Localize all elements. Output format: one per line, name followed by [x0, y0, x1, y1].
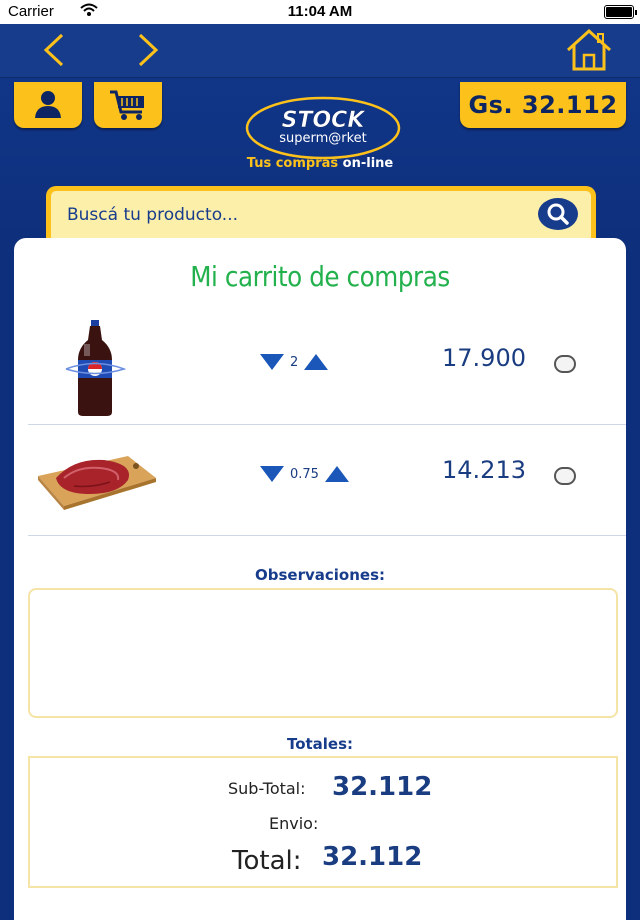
user-icon [35, 91, 61, 118]
page-title: Mi carrito de compras [190, 260, 450, 293]
slogan-main: Tus compras [246, 156, 339, 171]
app-header: Gs. 32.112 STOCK superm@rket Tus compras… [0, 78, 640, 238]
soda-bottle-icon [65, 320, 127, 416]
quantity-stepper: 0.75 [260, 462, 349, 486]
cart-item: 0.75 14.213 [14, 424, 626, 534]
item-price: 17.900 [442, 344, 526, 372]
item-select-checkbox[interactable] [554, 355, 576, 373]
item-price: 14.213 [442, 456, 526, 484]
totals-box: Sub-Total: 32.112 Envio: Total: 32.112 [28, 756, 618, 888]
search-input[interactable] [67, 201, 507, 229]
clock: 11:04 AM [287, 3, 353, 20]
nav-bar [0, 24, 640, 78]
cart-icon [110, 90, 144, 120]
shipping-label: Envio: [269, 814, 319, 833]
home-icon[interactable] [564, 28, 614, 72]
logo-brand-bottom: superm@rket [279, 131, 367, 146]
totals-label: Totales: [286, 735, 354, 753]
subtotal-value: 32.112 [332, 772, 433, 802]
cart-panel: Mi carrito de compras 2 17.900 0.75 14.2… [14, 238, 626, 920]
quantity-value: 2 [290, 354, 299, 370]
decrease-quantity-button[interactable] [260, 354, 284, 370]
search-icon[interactable] [537, 197, 579, 231]
item-select-checkbox[interactable] [554, 467, 576, 485]
subtotal-label: Sub-Total: [228, 779, 306, 798]
status-bar: Carrier 11:04 AM [0, 0, 640, 24]
logo-brand-top: STOCK [282, 108, 367, 133]
search-bar [46, 186, 596, 238]
battery-icon [604, 5, 637, 19]
increase-quantity-button[interactable] [324, 466, 349, 482]
balance-button[interactable]: Gs. 32.112 [460, 82, 626, 128]
quantity-value: 0.75 [290, 466, 319, 482]
total-label: Total: [232, 846, 302, 876]
meat-cut-icon [38, 456, 156, 510]
cart-item: 2 17.900 [14, 312, 626, 422]
user-button[interactable] [14, 82, 82, 128]
observations-field[interactable] [28, 588, 618, 718]
back-arrow-icon[interactable] [38, 32, 74, 68]
decrease-quantity-button[interactable] [260, 466, 284, 482]
divider [28, 535, 626, 536]
forward-arrow-icon[interactable] [130, 32, 166, 68]
total-value: 32.112 [322, 842, 423, 872]
slogan-online: on-line [342, 156, 394, 171]
quantity-stepper: 2 [260, 350, 329, 374]
observations-label: Observaciones: [254, 566, 385, 584]
increase-quantity-button[interactable] [304, 354, 329, 370]
slogan: Tus compras on-line [170, 156, 470, 171]
cart-button[interactable] [94, 82, 162, 128]
